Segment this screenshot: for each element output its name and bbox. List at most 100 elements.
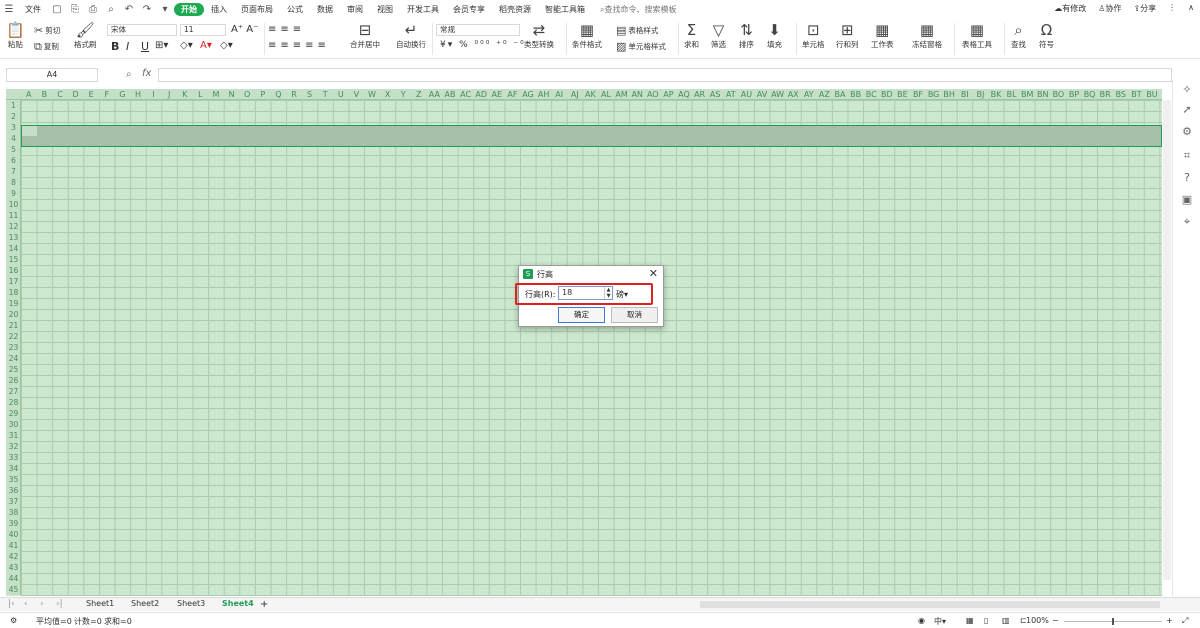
spin-arrows-icon[interactable]: ▲ ▼ (604, 287, 612, 299)
export-icon[interactable]: ⎘ (69, 4, 81, 16)
column-header[interactable]: AT (723, 89, 739, 100)
row-header[interactable]: 40 (6, 529, 21, 540)
column-header[interactable]: BO (1051, 89, 1067, 100)
column-header[interactable]: AZ (817, 89, 833, 100)
column-header[interactable]: AC (458, 89, 474, 100)
unit-select[interactable]: 磅▾ (616, 289, 628, 300)
column-header[interactable]: AE (489, 89, 505, 100)
row-header[interactable]: 42 (6, 551, 21, 562)
row-header[interactable]: 1 (6, 100, 21, 111)
sum-button[interactable]: Σ 求和 (684, 22, 699, 50)
row-header[interactable]: 31 (6, 430, 21, 441)
column-header[interactable]: BS (1113, 89, 1129, 100)
row-header[interactable]: 32 (6, 441, 21, 452)
italic-button[interactable]: I (126, 40, 129, 53)
row-header[interactable]: 35 (6, 474, 21, 485)
undo-icon[interactable]: ↶ (123, 4, 135, 16)
column-header[interactable]: AK (583, 89, 599, 100)
column-header[interactable]: AY (801, 89, 817, 100)
format-painter-button[interactable]: 🖌 格式刷 (74, 22, 97, 50)
tab-insert[interactable]: 插入 (204, 4, 234, 15)
row-header[interactable]: 15 (6, 254, 21, 265)
column-header[interactable]: BC (863, 89, 879, 100)
menu-icon[interactable]: ☰ (3, 4, 15, 16)
row-header[interactable]: 11 (6, 210, 21, 221)
column-header[interactable]: P (255, 89, 271, 100)
cancel-button[interactable]: 取消 (611, 307, 658, 323)
type-convert-button[interactable]: ⇄ 类型转换 (524, 22, 554, 50)
page-break-icon[interactable]: ▥ (1002, 616, 1010, 625)
fill-button[interactable]: ⬇ 填充 (767, 22, 782, 50)
row-header[interactable]: 33 (6, 452, 21, 463)
settings-icon[interactable]: ⚙ (1181, 126, 1193, 138)
row-header[interactable]: 16 (6, 265, 21, 276)
fullscreen-icon[interactable]: ⤢ (1182, 616, 1188, 626)
zoom-level[interactable]: 100% (1026, 616, 1049, 625)
row-header[interactable]: 18 (6, 287, 21, 298)
column-header[interactable]: BE (895, 89, 911, 100)
row-header[interactable]: 2 (6, 111, 21, 122)
row-col-button[interactable]: ⊞ 行和列 (836, 22, 859, 50)
close-icon[interactable]: ✕ (649, 267, 658, 280)
first-sheet-icon[interactable]: |‹ (8, 599, 15, 609)
row-header[interactable]: 3 (6, 122, 21, 133)
cond-format-button[interactable]: ▦ 条件格式 (572, 22, 602, 50)
tab-view[interactable]: 视图 (370, 4, 400, 15)
image-icon[interactable]: ▣ (1181, 194, 1193, 206)
column-header[interactable]: AF (505, 89, 521, 100)
column-header[interactable]: E (83, 89, 99, 100)
column-header[interactable]: AM (614, 89, 630, 100)
row-header[interactable]: 12 (6, 221, 21, 232)
column-header[interactable]: AD (473, 89, 489, 100)
font-size-select[interactable]: 11 (180, 24, 226, 36)
name-box[interactable]: A4 (6, 68, 98, 82)
column-header[interactable]: AX (785, 89, 801, 100)
preview-icon[interactable]: ⌕ (105, 4, 117, 16)
column-header[interactable]: BD (879, 89, 895, 100)
horizontal-align-icons[interactable]: ≡≡≡≡≡ (268, 40, 330, 51)
collapse-icon[interactable]: ∧ (1188, 3, 1194, 14)
row-header[interactable]: 24 (6, 353, 21, 364)
tab-data[interactable]: 数据 (310, 4, 340, 15)
macro-icon[interactable]: ⚙ (10, 616, 17, 625)
location-icon[interactable]: ⌖ (1181, 216, 1193, 228)
column-header[interactable]: AS (707, 89, 723, 100)
share-button[interactable]: ⇪分享 (1133, 3, 1156, 14)
filter-button[interactable]: ▽ 筛选 (711, 22, 726, 50)
row-header[interactable]: 30 (6, 419, 21, 430)
column-header[interactable]: AW (770, 89, 786, 100)
sort-button[interactable]: ⇅ 排序 (739, 22, 754, 50)
column-header[interactable]: T (317, 89, 333, 100)
eye-icon[interactable]: ◉ (918, 616, 925, 625)
column-header[interactable]: AP (661, 89, 677, 100)
collab-button[interactable]: ♙协作 (1098, 3, 1121, 14)
column-header[interactable]: AH (536, 89, 552, 100)
row-header[interactable]: 44 (6, 573, 21, 584)
column-header[interactable]: W (364, 89, 380, 100)
normal-view-icon[interactable]: ▦ (966, 616, 974, 625)
row-header[interactable]: 21 (6, 320, 21, 331)
formula-input[interactable] (158, 68, 1172, 82)
column-header[interactable]: N (224, 89, 240, 100)
row-header[interactable]: 5 (6, 144, 21, 155)
bold-button[interactable]: B (111, 40, 119, 53)
column-header[interactable]: BP (1066, 89, 1082, 100)
row-header[interactable]: 13 (6, 232, 21, 243)
tab-member[interactable]: 会员专享 (446, 4, 492, 15)
column-header[interactable]: B (37, 89, 53, 100)
vertical-align-icons[interactable]: ≡≡≡ (268, 24, 305, 35)
column-header[interactable]: X (380, 89, 396, 100)
column-header[interactable]: S (302, 89, 318, 100)
underline-button[interactable]: U (141, 40, 149, 53)
symbol-button[interactable]: Ω 符号 (1039, 22, 1054, 50)
row-header[interactable]: 23 (6, 342, 21, 353)
more-options-icon[interactable]: ⋮ (1168, 3, 1176, 14)
row-header[interactable]: 43 (6, 562, 21, 573)
ok-button[interactable]: 确定 (558, 307, 605, 323)
column-header[interactable]: BG (926, 89, 942, 100)
language-icon[interactable]: 中▾ (934, 616, 946, 627)
column-header[interactable]: K (177, 89, 193, 100)
column-header[interactable]: G (115, 89, 131, 100)
column-header[interactable]: Q (271, 89, 287, 100)
freeze-button[interactable]: ▦ 冻结窗格 (912, 22, 942, 50)
